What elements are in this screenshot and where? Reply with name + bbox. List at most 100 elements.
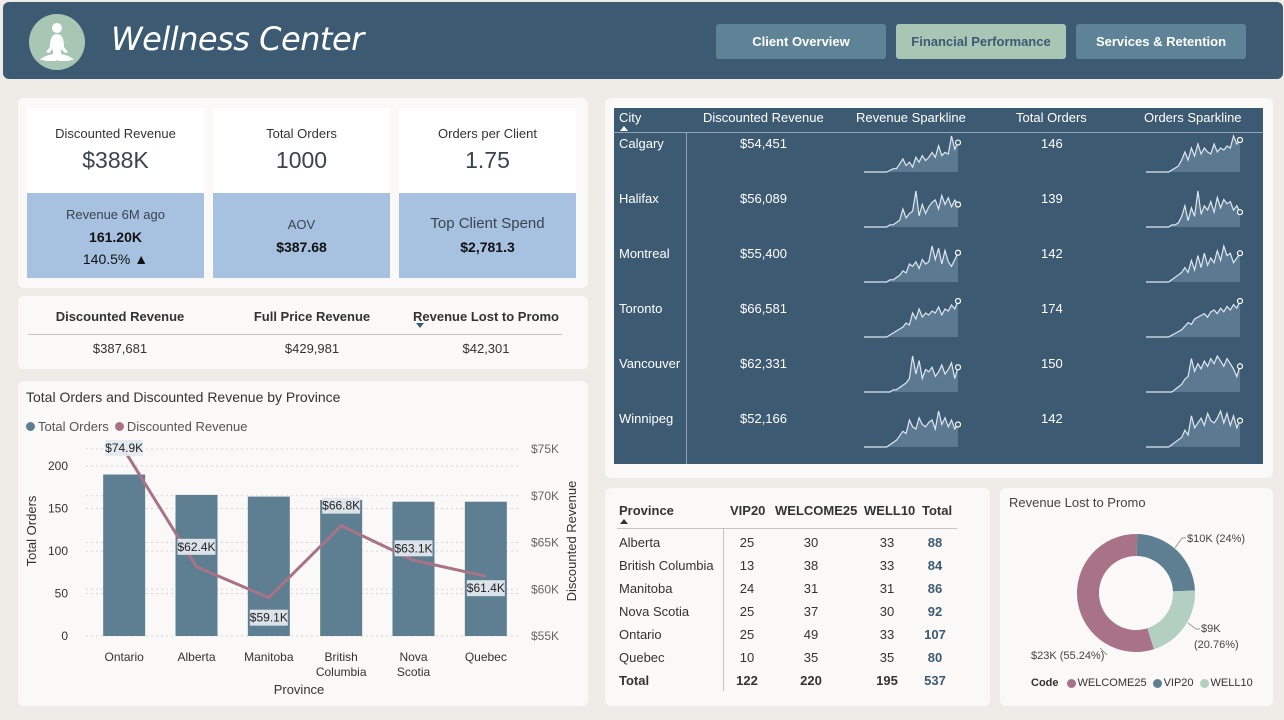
province-name: Quebec: [619, 650, 665, 665]
promo-count: 13: [739, 558, 755, 573]
sort-asc-icon[interactable]: [620, 519, 629, 525]
x-tick-label: Alberta: [177, 650, 215, 664]
donut-label-well10: $9K: [1201, 623, 1221, 635]
orders-sparkline: [1146, 354, 1243, 393]
x-tick-label: British: [324, 650, 357, 664]
sparkline-area: [864, 246, 958, 282]
column-divider: [686, 133, 687, 464]
kpi-sub-label: AOV: [287, 217, 316, 232]
sparkline-end-marker: [1236, 363, 1243, 370]
column-header-discounted-revenue[interactable]: Discounted Revenue: [25, 309, 215, 324]
city-revenue: $52,166: [740, 411, 787, 426]
province-name: Ontario: [619, 627, 662, 642]
svg-text:$66.8K: $66.8K: [322, 499, 360, 513]
promo-count: 10: [739, 650, 755, 665]
y-left-axis-title: Total Orders: [24, 495, 39, 566]
sparkline-area: [1146, 191, 1240, 227]
value-discounted-revenue: $387,681: [92, 341, 148, 356]
promo-count: 33: [879, 535, 895, 550]
column-header-vip20[interactable]: VIP20: [730, 503, 765, 518]
y-right-tick-label: $60K: [531, 582, 559, 596]
province-chart-panel: Total Orders and Discounted Revenue by P…: [18, 381, 588, 706]
promo-count: 33: [879, 558, 895, 573]
leader-line: [1174, 537, 1186, 549]
y-right-tick-label: $75K: [531, 442, 559, 456]
sparkline-end-marker: [954, 364, 961, 371]
sparkline-end-marker: [1236, 250, 1243, 257]
revenue-sparkline: [864, 190, 961, 228]
x-tick-label: Quebec: [465, 650, 507, 664]
y-left-tick-label: 0: [61, 629, 68, 643]
data-label-revenue: $74.9K: [105, 439, 143, 456]
data-label-revenue: $62.4K: [177, 538, 216, 555]
promo-count: 35: [803, 650, 819, 665]
revenue-sparkline: [864, 355, 961, 393]
bar-total-orders[interactable]: [464, 501, 507, 636]
promo-count: 25: [739, 535, 755, 550]
data-label-revenue: $61.4K: [467, 580, 505, 597]
promo-count: 37: [803, 604, 819, 619]
column-header-full-price-revenue[interactable]: Full Price Revenue: [217, 309, 407, 324]
promo-count: 107: [924, 627, 946, 642]
bar-total-orders[interactable]: [392, 501, 435, 636]
promo-count: 25: [739, 627, 755, 642]
promo-count: 86: [927, 581, 943, 596]
sparkline-end-marker: [954, 249, 961, 256]
total-row-value: 122: [736, 673, 758, 688]
sparkline-end-marker: [1236, 297, 1243, 305]
orders-sparkline: [1146, 134, 1243, 173]
data-label-revenue: $66.8K: [322, 497, 360, 514]
promo-count: 80: [927, 650, 943, 665]
column-header-well10[interactable]: WELL10: [864, 503, 915, 518]
kpi-card-orders-per-client: Orders per Client 1.75 Top Client Spend …: [399, 108, 576, 278]
province-name: Manitoba: [619, 581, 673, 596]
sparkline-end-marker: [954, 421, 961, 428]
province-name: Nova Scotia: [619, 604, 690, 619]
donut-slice-well10[interactable]: [1147, 590, 1195, 650]
total-row-label: Total: [619, 673, 650, 688]
column-header-orders-sparkline[interactable]: Orders Sparkline: [1144, 110, 1242, 125]
kpi-growth-indicator: 140.5% ▲: [82, 251, 149, 267]
orders-sparkline: [1146, 243, 1243, 283]
column-header-welcome25[interactable]: WELCOME25: [775, 503, 857, 518]
column-header-revenue-sparkline[interactable]: Revenue Sparkline: [856, 110, 966, 125]
app-header: Wellness Center Client Overview Financia…: [3, 2, 1283, 79]
header-divider: [617, 528, 957, 529]
x-tick-label: Ontario: [104, 650, 144, 664]
column-header-province[interactable]: Province: [619, 503, 674, 518]
kpi-sub-label: Top Client Spend: [430, 215, 545, 232]
promo-count: 30: [803, 535, 819, 550]
bar-total-orders[interactable]: [103, 474, 146, 637]
city-total-orders: 142: [1041, 411, 1063, 426]
nav-services-retention-button[interactable]: Services & Retention: [1076, 24, 1246, 59]
donut-label-welcome25: $23K (55.24%): [1031, 650, 1104, 662]
promo-count: 30: [879, 604, 895, 619]
donut-label-vip20: $10K (24%): [1187, 533, 1245, 545]
column-header-total-orders[interactable]: Total Orders: [1016, 110, 1087, 125]
promo-count: 33: [879, 627, 895, 642]
nav-client-overview-button[interactable]: Client Overview: [716, 24, 886, 59]
y-right-tick-label: $55K: [531, 629, 559, 643]
revenue-sparkline: [864, 245, 961, 283]
y-left-tick-label: 100: [48, 544, 68, 558]
kpi-sub-value: 161.20K: [89, 229, 142, 245]
app-title: Wellness Center: [111, 20, 364, 58]
orders-sparkline: [1146, 409, 1243, 448]
x-axis-title: Province: [274, 682, 325, 697]
legend-swatch-welcome25: [1066, 678, 1076, 688]
column-header-total[interactable]: Total: [922, 503, 952, 518]
kpi-sub-label: Revenue 6M ago: [65, 207, 165, 222]
province-name: Alberta: [619, 535, 661, 550]
promo-donut-panel: Revenue Lost to Promo $10K (24%) $9K (20.7…: [1000, 488, 1273, 706]
column-header-city[interactable]: City: [619, 110, 641, 125]
bar-total-orders[interactable]: [320, 500, 363, 636]
kpi-label: Total Orders: [266, 126, 337, 141]
nav-financial-performance-button[interactable]: Financial Performance: [896, 24, 1066, 59]
promo-count: 24: [739, 581, 755, 596]
sort-desc-icon[interactable]: [416, 323, 426, 329]
x-tick-label: Scotia: [397, 665, 431, 679]
column-header-revenue-lost-to-promo[interactable]: Revenue Lost to Promo: [391, 309, 581, 324]
city-total-orders: 150: [1041, 356, 1063, 371]
column-header-discounted-revenue[interactable]: Discounted Revenue: [703, 110, 824, 125]
kpi-panel: Discounted Revenue $388K Revenue 6M ago …: [18, 98, 588, 288]
